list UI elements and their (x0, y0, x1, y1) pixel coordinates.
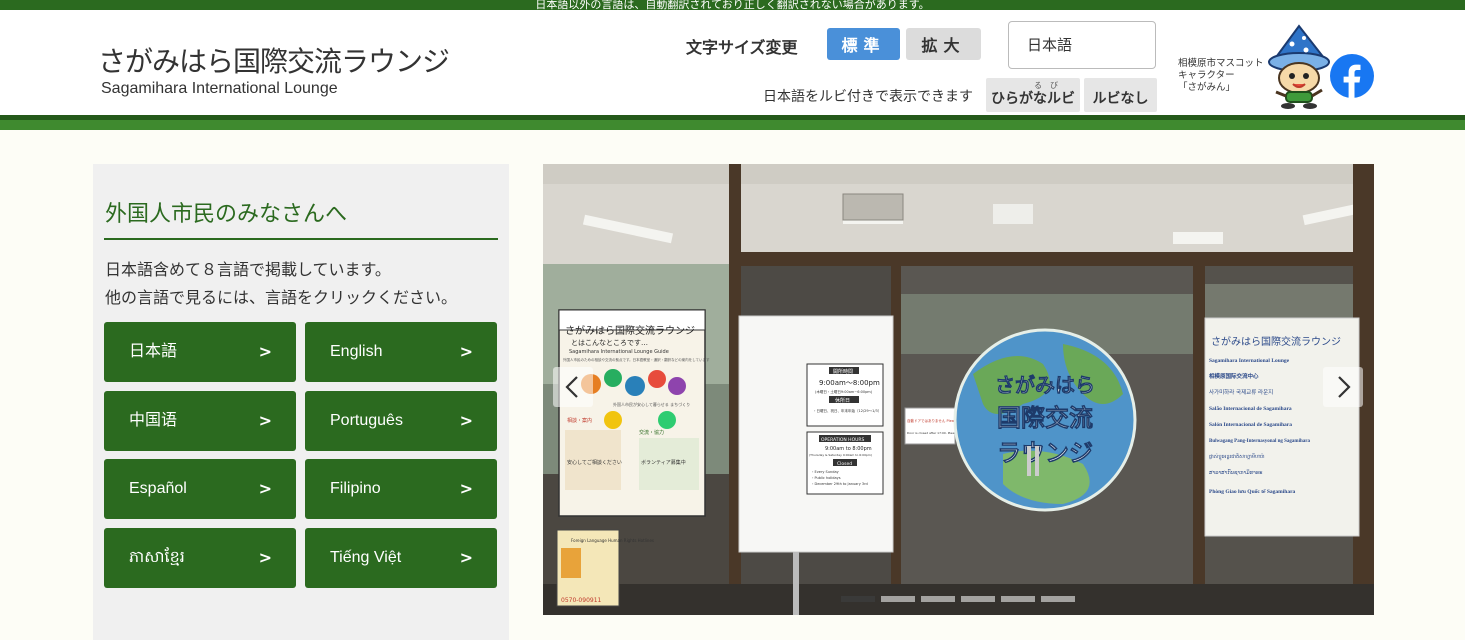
foreign-residents-panel: 外国人市民のみなさんへ 日本語含めて８言語で掲載しています。 他の言語で見るには… (93, 164, 509, 640)
closed-value: ・日曜日、祝日、年末年始（12/29～1/3） (813, 408, 881, 413)
lang-button-japanese[interactable]: 日本語 > (104, 322, 296, 382)
lang-button-label: 日本語 (129, 343, 178, 360)
lang-button-chinese[interactable]: 中国语 > (104, 391, 296, 451)
chevron-right-icon: > (459, 479, 473, 498)
closed-en-head: Closed (837, 461, 852, 467)
lang-button-label: 中国语 (129, 412, 178, 429)
decal-line-1: さがみはら (995, 373, 1095, 397)
font-size-large-button[interactable]: 拡大 (906, 28, 981, 60)
hours-value: 9:00am～8:00pm (819, 379, 880, 387)
carousel-dot[interactable] (1041, 596, 1075, 602)
mascot-caption-line: キャラクター (1178, 70, 1235, 81)
ruby-description: 日本語をルビ付きで表示できます (763, 89, 973, 105)
poster-section-2: 交流・協力 (639, 429, 664, 436)
chevron-right-icon: > (258, 548, 272, 567)
carousel-dot[interactable] (881, 596, 915, 602)
site-logo-title[interactable]: さがみはら国際交流ラウンジ (98, 40, 450, 80)
op-note: (Thursday & Saturday 9:00am to 6:00pm) (809, 453, 872, 457)
ruby-annotation: る び (1034, 81, 1058, 90)
sign-line: ສາລາສາກົນຊາກາມິຮາຣະ (1209, 469, 1262, 476)
sign-line: Sagamihara International Lounge (1209, 358, 1290, 364)
sign-line: 相模原国际交流中心 (1209, 372, 1259, 380)
ruby-off-button[interactable]: ルビなし (1084, 78, 1157, 112)
decal-line-2: 国際交流 (997, 404, 1093, 432)
lang-button-label: Español (129, 480, 187, 497)
auto-translate-notice: 日本語以外の言語は、自動翻訳されており正しく翻訳されない場合があります。 (0, 0, 1465, 10)
lang-button-label: ភាសាខ្មែរ (129, 549, 185, 566)
chevron-left-icon (565, 376, 578, 398)
carousel-dot[interactable] (921, 596, 955, 602)
chevron-right-icon: > (258, 479, 272, 498)
lang-button-english[interactable]: English > (305, 322, 497, 382)
language-select[interactable]: 日本語 (1008, 21, 1156, 69)
poster-title: さがみはら国際交流ラウンジ (565, 324, 695, 337)
mascot-caption: 相模原市マスコット キャラクター 「さがみん」 (1178, 58, 1273, 94)
chevron-right-icon: > (258, 411, 272, 430)
header-divider-light (0, 120, 1465, 130)
poster-note: 外国人市民が安心して暮らせる まちづくり (613, 401, 690, 407)
lang-button-label: English (330, 343, 383, 360)
font-size-standard-button[interactable]: 標準 (827, 28, 900, 60)
flyer-title: Foreign Language Human Rights Hotlines (571, 538, 654, 543)
hours-note: (木曜日・土曜日9:00am~6:00pm) (815, 389, 873, 394)
mascot-sagamin-icon[interactable] (1266, 22, 1332, 110)
op-head: OPERATION HOURS (821, 437, 865, 443)
sign-line: Salão Internacional de Sagamihara (1209, 406, 1292, 412)
panel-description-line: 日本語含めて８言語で掲載しています。 (105, 260, 391, 279)
font-size-label: 文字サイズ変更 (686, 38, 798, 57)
sign-title: さがみはら国際交流ラウンジ (1211, 335, 1341, 348)
lang-button-khmer[interactable]: ភាសាខ្មែរ > (104, 528, 296, 588)
sign-line: ផ្លាស់ប្តូរអន្តរជាតិសាហ្គាមីហារ៉ា (1209, 453, 1265, 461)
carousel-prev-button[interactable] (553, 367, 593, 407)
poster-bottom-right: ボランティア募集中 (641, 459, 686, 466)
carousel-dot[interactable] (1001, 596, 1035, 602)
carousel-next-button[interactable] (1323, 367, 1363, 407)
site-logo-subtitle[interactable]: Sagamihara International Lounge (101, 80, 338, 98)
op-value: 9:00am to 8:00pm (825, 446, 872, 452)
lang-button-label: Português (330, 412, 403, 429)
lang-button-label: Tiếng Việt (330, 549, 402, 566)
chevron-right-icon: > (459, 411, 473, 430)
image-carousel[interactable]: さがみはら国際交流ラウンジ とはこんなところです… Sagamihara Int… (543, 164, 1374, 615)
sign-line: Salón Internacional de Sagamihara (1209, 422, 1292, 428)
sign-line: Bulwagang Pang-Internasyonal ng Sagamiha… (1209, 439, 1310, 444)
sign-line: Phòng Giao lưu Quốc tế Sagamihara (1209, 488, 1296, 495)
lang-button-vietnamese[interactable]: Tiếng Việt > (305, 528, 497, 588)
poster-guide: Sagamihara International Lounge Guide (569, 349, 669, 355)
poster-section-1: 相談・案内 (567, 417, 592, 424)
closed-head: 休所日 (835, 397, 850, 404)
panel-title: 外国人市民のみなさんへ (105, 202, 348, 227)
poster-guide-detail: 外国人市民のための相談や交流の拠点です。日本語教室・通訳・翻訳などの案内をしてい… (563, 357, 710, 362)
chevron-right-icon: > (258, 342, 272, 361)
site-header: さがみはら国際交流ラウンジ Sagamihara International L… (0, 10, 1465, 115)
facebook-icon[interactable] (1330, 54, 1374, 98)
chevron-right-icon: > (459, 548, 473, 567)
lang-button-label: Filipino (330, 480, 381, 497)
closed-en-1: ・Every Sunday (811, 470, 839, 474)
carousel-dot[interactable] (841, 596, 875, 602)
panel-description: 日本語含めて８言語で掲載しています。 他の言語で見るには、言語をクリックください… (105, 256, 457, 312)
chevron-right-icon: > (459, 342, 473, 361)
lang-button-filipino[interactable]: Filipino > (305, 459, 497, 519)
lounge-entrance-photo: さがみはら国際交流ラウンジ とはこんなところです… Sagamihara Int… (543, 164, 1374, 615)
ruby-on-button[interactable]: る び ひらがなルビ (986, 78, 1080, 112)
panel-description-line: 他の言語で見るには、言語をクリックください。 (105, 288, 458, 307)
panel-divider (104, 238, 498, 240)
hours-head: 開所時間 (833, 368, 853, 375)
carousel-dot[interactable] (961, 596, 995, 602)
ruby-on-label: ひらがなルビ (991, 91, 1075, 107)
chevron-right-icon (1338, 376, 1351, 398)
mascot-caption-line: 「さがみん」 (1178, 82, 1236, 93)
mascot-caption-line: 相模原市マスコット (1178, 58, 1264, 69)
poster-contact: 0570-090911 (561, 597, 602, 604)
decal-line-3: ラウンジ (997, 439, 1093, 467)
sign-line: 사가미하라 국제교류 라운지 (1209, 388, 1273, 396)
poster-subtitle: とはこんなところです… (571, 339, 648, 347)
lang-button-portuguese[interactable]: Português > (305, 391, 497, 451)
poster-bottom-left: 安心してご相談ください (567, 459, 622, 466)
closed-en-3: ・December 29th to January 3rd (811, 482, 868, 486)
closed-en-2: ・Public holidays (811, 476, 841, 480)
lang-button-spanish[interactable]: Español > (104, 459, 296, 519)
